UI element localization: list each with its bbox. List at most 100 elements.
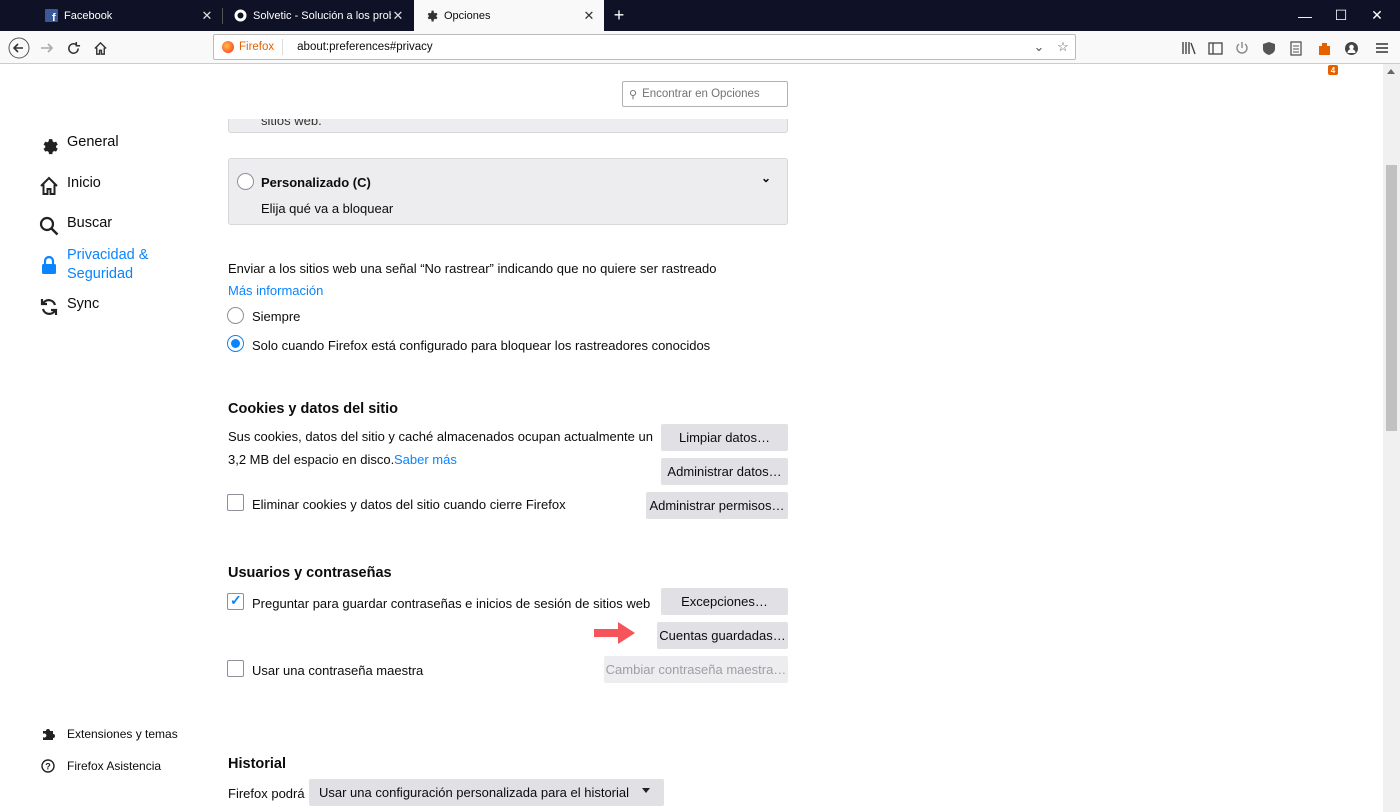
- star-icon[interactable]: ☆: [1051, 39, 1075, 55]
- tab-facebook[interactable]: f Facebook ✕: [34, 0, 222, 31]
- search-icon: [38, 215, 60, 237]
- reload-button[interactable]: [60, 35, 86, 61]
- sidebar-extensions-link[interactable]: Extensiones y temas: [40, 726, 178, 741]
- title-bar: f Facebook ✕ Solvetic - Solución a los p…: [0, 0, 1400, 31]
- ask-save-checkbox[interactable]: [227, 592, 244, 610]
- tab-label: Facebook: [64, 9, 113, 22]
- dnt-only-when-radio[interactable]: [227, 335, 244, 352]
- delete-cookies-checkbox[interactable]: [227, 494, 244, 511]
- identity-badge[interactable]: Firefox: [214, 39, 284, 55]
- tab-solvetic[interactable]: Solvetic - Solución a los proble ✕: [223, 0, 413, 31]
- chevron-down-icon: [642, 788, 650, 793]
- menu-icon[interactable]: [1373, 39, 1391, 57]
- sync-icon: [38, 296, 60, 318]
- forward-arrow-icon: [41, 43, 54, 53]
- custom-description: Elija qué va a bloquear: [261, 201, 394, 216]
- lock-icon: [38, 254, 60, 276]
- sidebar-toggle-icon[interactable]: [1206, 39, 1224, 57]
- dnt-always-radio[interactable]: [227, 307, 244, 324]
- svg-text:?: ?: [45, 762, 51, 772]
- sidebar-item-label: Buscar: [67, 215, 113, 231]
- sidebar-item-label: Sync: [67, 296, 100, 312]
- home-icon: [93, 41, 107, 55]
- tracking-option-card: sitios web.: [228, 119, 788, 133]
- library-icon[interactable]: [1180, 39, 1198, 57]
- forward-button[interactable]: [34, 35, 60, 61]
- manage-permissions-button[interactable]: Administrar permisos…: [646, 492, 788, 519]
- sidebar-item-privacy[interactable]: Privacidad & Seguridad: [38, 246, 148, 284]
- cookies-heading: Cookies y datos del sitio: [228, 401, 399, 417]
- search-input[interactable]: ⚲ Encontrar en Opciones: [622, 81, 788, 107]
- ask-save-label: Preguntar para guardar contraseñas e ini…: [252, 596, 651, 611]
- manage-data-button[interactable]: Administrar datos…: [661, 458, 788, 485]
- sidebar-item-buscar[interactable]: Buscar: [38, 215, 112, 237]
- cookies-description-line2: 3,2 MB del espacio en disco.: [228, 452, 395, 467]
- clear-data-button[interactable]: Limpiar datos…: [661, 424, 788, 451]
- home-button[interactable]: [87, 35, 113, 61]
- tab-label: Opciones: [444, 9, 491, 22]
- logins-heading: Usuarios y contraseñas: [228, 565, 392, 581]
- learn-more-link[interactable]: Saber más: [394, 452, 457, 467]
- puzzle-icon: [40, 726, 56, 741]
- saved-logins-button[interactable]: Cuentas guardadas…: [657, 622, 788, 649]
- page-scrollbar[interactable]: [1383, 64, 1400, 812]
- svg-text:f: f: [52, 12, 56, 22]
- arrow-right-icon: [594, 622, 635, 644]
- chevron-down-icon[interactable]: ⌄: [1027, 39, 1051, 55]
- dnt-only-when-label: Solo cuando Firefox está configurado par…: [252, 338, 711, 353]
- scroll-up-icon[interactable]: [1387, 69, 1395, 74]
- sidebar-item-label: General: [67, 134, 119, 150]
- sidebar-item-general[interactable]: General: [38, 134, 119, 156]
- cookies-description-line1: Sus cookies, datos del sitio y caché alm…: [228, 429, 653, 444]
- gear-icon: [424, 9, 438, 23]
- firefox-icon: [222, 41, 234, 53]
- help-icon: ?: [40, 759, 56, 773]
- nav-bar: Firefox about:preferences#privacy ⌄ ☆ 4: [0, 31, 1400, 75]
- back-button[interactable]: [6, 35, 32, 61]
- dnt-always-label: Siempre: [252, 309, 301, 324]
- new-tab-button[interactable]: +: [608, 4, 630, 26]
- custom-title: Personalizado (C): [261, 175, 371, 190]
- sidebar-item-label: Privacidad & Seguridad: [67, 247, 149, 282]
- custom-tracking-card[interactable]: Personalizado (C) Elija qué va a bloquea…: [228, 158, 788, 225]
- dnt-description: Enviar a los sitios web una señal “No ra…: [228, 261, 717, 276]
- master-password-checkbox[interactable]: [227, 660, 244, 677]
- sidebar-item-sync[interactable]: Sync: [38, 296, 99, 318]
- ublock-icon[interactable]: [1260, 39, 1278, 57]
- notification-badge: 4: [1328, 65, 1338, 75]
- close-tab-icon[interactable]: ✕: [582, 8, 596, 24]
- reload-icon: [67, 41, 80, 54]
- gear-icon: [38, 134, 60, 156]
- home-icon: [38, 175, 60, 197]
- more-info-link[interactable]: Más información: [228, 283, 323, 298]
- chevron-down-icon[interactable]: ⌄: [761, 171, 771, 185]
- url-text[interactable]: about:preferences#privacy: [283, 41, 1027, 53]
- exceptions-button[interactable]: Excepciones…: [661, 588, 788, 615]
- scrollbar-thumb[interactable]: [1386, 165, 1397, 431]
- reader-icon[interactable]: [1287, 39, 1305, 57]
- close-tab-icon[interactable]: ✕: [391, 8, 405, 24]
- custom-radio[interactable]: [237, 173, 254, 190]
- change-master-password-button[interactable]: Cambiar contraseña maestra…: [604, 656, 788, 683]
- search-icon: ⚲: [629, 88, 638, 101]
- history-mode-select[interactable]: Usar una configuración personalizada par…: [309, 779, 664, 806]
- tab-opciones[interactable]: Opciones ✕: [414, 0, 604, 31]
- facebook-icon: f: [44, 9, 58, 23]
- sidebar-footer-label: Firefox Asistencia: [67, 759, 162, 773]
- power-icon[interactable]: [1233, 39, 1251, 57]
- tab-label: Solvetic - Solución a los proble: [253, 9, 391, 22]
- extension-icon[interactable]: [1315, 39, 1333, 57]
- url-bar[interactable]: Firefox about:preferences#privacy ⌄ ☆: [213, 34, 1076, 60]
- back-arrow-icon: [8, 37, 30, 59]
- close-window-button[interactable]: ✕: [1354, 0, 1400, 31]
- sidebar-support-link[interactable]: ? Firefox Asistencia: [40, 759, 161, 773]
- history-mode-value: Usar una configuración personalizada par…: [319, 785, 630, 800]
- identity-label: Firefox: [239, 41, 275, 53]
- sidebar-item-label: Inicio: [67, 175, 101, 191]
- history-heading: Historial: [228, 756, 287, 772]
- account-icon[interactable]: [1342, 39, 1360, 57]
- close-tab-icon[interactable]: ✕: [200, 8, 214, 24]
- search-placeholder: Encontrar en Opciones: [642, 88, 760, 100]
- card-text: sitios web.: [261, 119, 322, 128]
- sidebar-item-inicio[interactable]: Inicio: [38, 175, 101, 197]
